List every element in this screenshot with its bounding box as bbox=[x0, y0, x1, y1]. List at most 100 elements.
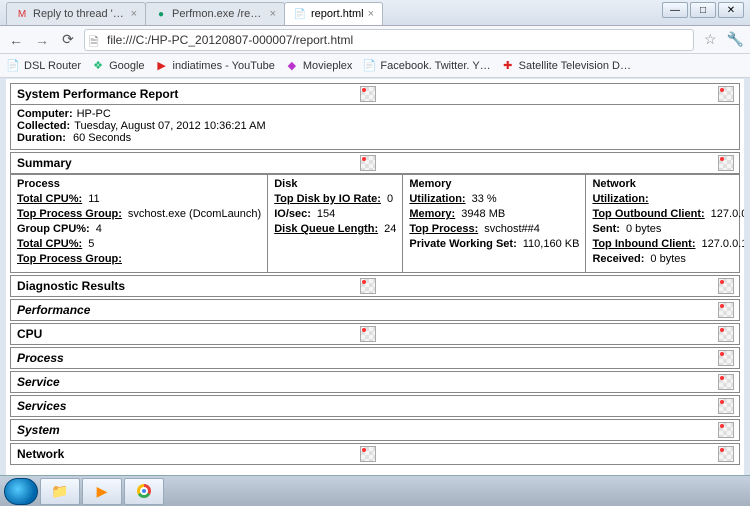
toggle-icon-right[interactable] bbox=[717, 154, 735, 172]
bookmark-label: DSL Router bbox=[24, 60, 81, 72]
bookmark-item[interactable]: ▶ indiatimes - YouTube bbox=[155, 59, 275, 73]
toggle-icon[interactable] bbox=[359, 325, 377, 343]
bookmark-item[interactable]: ◆Movieplex bbox=[285, 59, 353, 73]
tabstrip: MReply to thread 'Perfmon.e…×●Perfmon.ex… bbox=[0, 0, 750, 26]
summary-row: Disk Queue Length:24 bbox=[274, 222, 396, 237]
summary-value: 110,160 KB bbox=[523, 237, 580, 252]
tab-close-icon[interactable]: × bbox=[131, 8, 137, 20]
toggle-icon[interactable] bbox=[359, 277, 377, 295]
section-service: Service bbox=[10, 371, 740, 393]
toggle-icon-right[interactable] bbox=[717, 277, 735, 295]
summary-col-network: Network Utilization:Top Outbound Client:… bbox=[586, 175, 744, 272]
summary-key: Utilization: bbox=[592, 192, 648, 207]
bookmark-icon: ✚ bbox=[501, 59, 515, 73]
section-header[interactable]: System Performance Report bbox=[11, 84, 739, 105]
section-header[interactable]: Performance bbox=[11, 300, 739, 320]
section-header[interactable]: Summary bbox=[11, 153, 739, 174]
browser-tab[interactable]: ●Perfmon.exe /report not ge…× bbox=[145, 2, 285, 25]
tab-close-icon[interactable]: × bbox=[368, 8, 374, 20]
section-header[interactable]: Service bbox=[11, 372, 739, 392]
summary-value: 4 bbox=[96, 222, 102, 237]
col-header: Process bbox=[17, 178, 261, 190]
bookmark-item[interactable]: 📄 DSL Router bbox=[6, 59, 81, 73]
bookmark-item[interactable]: 📄Facebook. Twitter. Y… bbox=[362, 59, 490, 73]
toggle-icon[interactable] bbox=[359, 445, 377, 463]
bookmark-item[interactable]: ❖Google bbox=[91, 59, 144, 73]
section-header[interactable]: Process bbox=[11, 348, 739, 368]
tab-favicon-icon: M bbox=[15, 7, 29, 21]
bookmark-icon: ▶ bbox=[155, 59, 169, 73]
bookmark-star-icon[interactable]: ☆ bbox=[704, 31, 717, 48]
toggle-icon-right[interactable] bbox=[717, 445, 735, 463]
back-button[interactable]: ← bbox=[6, 30, 26, 50]
toggle-icon[interactable] bbox=[359, 85, 377, 103]
section-header[interactable]: System bbox=[11, 420, 739, 440]
bookmark-icon: ❖ bbox=[91, 59, 105, 73]
section-title: System bbox=[11, 420, 713, 440]
summary-key: Top Process Group: bbox=[17, 252, 122, 267]
section-title: CPU bbox=[11, 324, 355, 344]
summary-col-process: Process Total CPU%:11Top Process Group:s… bbox=[11, 175, 268, 272]
report-meta: Computer:HP-PC Collected:Tuesday, August… bbox=[11, 105, 739, 149]
page-content: System Performance Report Computer:HP-PC… bbox=[6, 79, 744, 475]
address-bar[interactable]: 🗎 file:///C:/HP-PC_20120807-000007/repor… bbox=[84, 29, 694, 51]
meta-collected-value: Tuesday, August 07, 2012 10:36:21 AM bbox=[74, 120, 265, 132]
browser-tab[interactable]: MReply to thread 'Perfmon.e…× bbox=[6, 2, 146, 25]
section-header[interactable]: Diagnostic Results bbox=[11, 276, 739, 296]
section-title: System Performance Report bbox=[11, 84, 355, 104]
start-button[interactable] bbox=[4, 478, 38, 505]
bookmark-label: indiatimes - YouTube bbox=[173, 60, 275, 72]
summary-value: 127.0.0.1 bbox=[711, 207, 744, 222]
toggle-icon-right[interactable] bbox=[717, 325, 735, 343]
summary-value: 33 % bbox=[472, 192, 497, 207]
summary-value: 11 bbox=[88, 192, 99, 207]
section-header[interactable]: Network bbox=[11, 444, 739, 464]
summary-row: Group CPU%:4 bbox=[17, 222, 261, 237]
section-services: Services bbox=[10, 395, 740, 417]
summary-key: Top Process: bbox=[409, 222, 478, 237]
section-diagnostic-results: Diagnostic Results bbox=[10, 275, 740, 297]
tab-close-icon[interactable]: × bbox=[270, 8, 276, 20]
toggle-icon[interactable] bbox=[359, 154, 377, 172]
section-header[interactable]: CPU bbox=[11, 324, 739, 344]
menu-icon[interactable]: 🔧 bbox=[727, 31, 744, 48]
summary-row: Top Process Group:svchost.exe (DcomLaunc… bbox=[17, 207, 261, 222]
summary-row: Utilization: bbox=[592, 192, 744, 207]
summary-row: Memory:3948 MB bbox=[409, 207, 579, 222]
meta-collected-label: Collected: bbox=[17, 120, 70, 132]
taskbar-item-explorer[interactable]: 📁 bbox=[40, 478, 80, 505]
tab-title: Perfmon.exe /report not ge… bbox=[172, 8, 266, 20]
section-network: Network bbox=[10, 443, 740, 465]
taskbar-item-chrome[interactable] bbox=[124, 478, 164, 505]
toggle-icon-right[interactable] bbox=[717, 373, 735, 391]
tab-favicon-icon: 📄 bbox=[293, 7, 307, 21]
close-window-button[interactable]: ✕ bbox=[718, 2, 744, 18]
bookmark-icon: 📄 bbox=[6, 59, 20, 73]
tab-title: report.html bbox=[311, 8, 364, 20]
forward-button[interactable]: → bbox=[32, 30, 52, 50]
section-title: Service bbox=[11, 372, 713, 392]
toggle-icon-right[interactable] bbox=[717, 421, 735, 439]
summary-row: Total CPU%:11 bbox=[17, 192, 261, 207]
summary-value: 24 bbox=[384, 222, 396, 237]
summary-value: svchost.exe (DcomLaunch) bbox=[128, 207, 261, 222]
summary-row: Top Disk by IO Rate:0 bbox=[274, 192, 396, 207]
toggle-icon-right[interactable] bbox=[717, 349, 735, 367]
maximize-button[interactable]: □ bbox=[690, 2, 716, 18]
summary-row: Top Process:svchost##4 bbox=[409, 222, 579, 237]
toggle-icon-right[interactable] bbox=[717, 85, 735, 103]
taskbar-item-mediaplayer[interactable]: ▶ bbox=[82, 478, 122, 505]
address-bar-text: file:///C:/HP-PC_20120807-000007/report.… bbox=[107, 33, 353, 47]
summary-value: 5 bbox=[88, 237, 94, 252]
bookmark-label: Movieplex bbox=[303, 60, 353, 72]
section-title: Summary bbox=[11, 153, 355, 173]
reload-button[interactable]: ⟳ bbox=[58, 30, 78, 50]
bookmark-item[interactable]: ✚Satellite Television D… bbox=[501, 59, 631, 73]
toggle-icon-right[interactable] bbox=[717, 397, 735, 415]
window-controls: — □ ✕ bbox=[662, 2, 744, 18]
section-header[interactable]: Services bbox=[11, 396, 739, 416]
minimize-button[interactable]: — bbox=[662, 2, 688, 18]
toggle-icon-right[interactable] bbox=[717, 301, 735, 319]
browser-tab[interactable]: 📄 report.html × bbox=[284, 2, 383, 25]
col-header: Memory bbox=[409, 178, 579, 190]
